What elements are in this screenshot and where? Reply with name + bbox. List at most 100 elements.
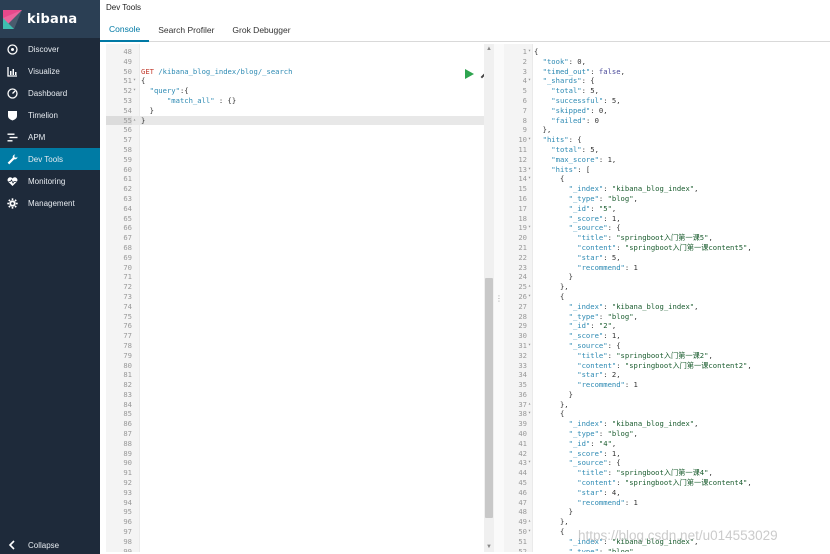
code-line: 83	[106, 390, 494, 400]
code-token: :	[603, 448, 612, 458]
tab-search-profiler[interactable]: Search Profiler	[149, 18, 223, 42]
response-viewer[interactable]: 1 ▾{2 "took": 0, 3 "timed_out": false, 4 ▾ "…	[504, 44, 830, 552]
fold-toggle-icon[interactable]: ▴	[528, 400, 531, 410]
pane-resize-handle[interactable]: ⋮	[494, 44, 504, 552]
line-number: 75	[123, 311, 132, 321]
fold-toggle-icon[interactable]: ▾	[528, 135, 531, 145]
editor-scrollbar[interactable]: ▲ ▼	[484, 44, 494, 552]
code-token: ,	[708, 350, 713, 360]
fold-toggle-icon[interactable]: ▾	[528, 174, 531, 184]
sidebar-item-visualize[interactable]: Visualize	[0, 60, 100, 82]
request-editor[interactable]: 48 49 50 GET /kibana_blog_index/blog/_searc…	[106, 44, 494, 552]
line-number: 9	[522, 125, 527, 135]
line-number: 32	[518, 350, 527, 360]
code-token: :	[603, 301, 612, 311]
fold-toggle-icon[interactable]: ▾	[133, 76, 136, 86]
shield-icon	[6, 109, 18, 121]
fold-toggle-icon[interactable]: ▾	[133, 86, 136, 96]
code-token: :	[590, 438, 599, 448]
sidebar-item-apm[interactable]: APM	[0, 126, 100, 148]
code-token: "kibana_blog_index"	[611, 419, 695, 429]
line-number: 92	[123, 478, 132, 488]
scrollbar-thumb[interactable]	[485, 278, 493, 518]
code-token: :	[603, 95, 612, 105]
dashboard-icon	[6, 87, 18, 99]
line-number: 79	[123, 350, 132, 360]
line-number: 95	[123, 507, 132, 517]
code-token: "_id"	[534, 438, 591, 448]
code-token: "springboot入门第一课content2"	[624, 360, 748, 370]
fold-toggle-icon[interactable]: ▴	[528, 282, 531, 292]
scroll-up-icon[interactable]: ▲	[486, 46, 492, 52]
code-token: }	[534, 507, 573, 517]
line-number: 76	[123, 321, 132, 331]
tab-console[interactable]: Console	[100, 18, 150, 42]
page-header: Dev Tools Console Search Profiler Grok Deb…	[100, 0, 830, 42]
sidebar-item-discover[interactable]: Discover	[0, 38, 100, 60]
code-line: 7 "skipped": 0,	[504, 106, 830, 116]
sidebar-item-monitoring[interactable]: Monitoring	[0, 170, 100, 192]
code-text: "total": 5,	[534, 86, 599, 96]
code-line: 44 "title": "springboot入门第一课4",	[504, 468, 830, 478]
code-token: "_source"	[534, 223, 608, 233]
code-token: "took"	[534, 56, 569, 66]
fold-toggle-icon[interactable]: ▾	[528, 409, 531, 419]
line-number: 33	[518, 360, 527, 370]
line-number: 15	[518, 184, 527, 194]
code-token: "kibana_blog_index"	[611, 301, 695, 311]
fold-toggle-icon[interactable]: ▴	[528, 517, 531, 527]
line-number: 61	[123, 174, 132, 184]
code-token: ,	[594, 86, 599, 96]
code-line: 97	[106, 527, 494, 537]
code-line: 92	[106, 478, 494, 488]
sidebar-item-dev-tools[interactable]: Dev Tools	[0, 148, 100, 170]
code-token: /kibana_blog_index/blog/_search	[158, 66, 293, 76]
code-line: 49 ▴ },	[504, 517, 830, 527]
line-number: 31	[518, 340, 527, 350]
fold-toggle-icon[interactable]: ▾	[528, 47, 531, 57]
fold-toggle-icon[interactable]: ▾	[528, 458, 531, 468]
line-number: 53	[123, 95, 132, 105]
code-text: }	[141, 106, 154, 116]
tab-grok-debugger[interactable]: Grok Debugger	[223, 18, 299, 42]
code-token: {	[534, 174, 565, 184]
code-line: 64	[106, 204, 494, 214]
fold-toggle-icon[interactable]: ▾	[528, 76, 531, 86]
code-token: },	[534, 517, 569, 527]
fold-toggle-icon[interactable]: ▾	[528, 292, 531, 302]
code-line: 57	[106, 135, 494, 145]
sidebar-item-timelion[interactable]: Timelion	[0, 104, 100, 126]
code-text: "max_score": 1,	[534, 155, 616, 165]
compass-icon	[6, 43, 18, 55]
fold-toggle-icon[interactable]: ▾	[528, 165, 531, 175]
sidebar-item-dashboard[interactable]: Dashboard	[0, 82, 100, 104]
code-text: "_source": {	[534, 341, 621, 351]
line-number: 28	[518, 311, 527, 321]
code-line: 50 GET /kibana_blog_index/blog/_search	[106, 67, 494, 77]
code-token: :	[598, 154, 608, 164]
kibana-logo-icon[interactable]	[3, 9, 22, 29]
code-token: "content"	[534, 242, 617, 252]
code-token: :	[603, 419, 612, 429]
scroll-down-icon[interactable]: ▼	[486, 544, 492, 550]
code-text: "failed": 0	[534, 116, 599, 126]
code-text: "_id": "5",	[534, 204, 617, 214]
code-token: ,	[620, 66, 625, 76]
code-line: 18 "_score": 1,	[504, 214, 830, 224]
play-icon[interactable]	[465, 69, 474, 79]
fold-toggle-icon[interactable]: ▾	[528, 527, 531, 537]
line-number: 30	[518, 331, 527, 341]
sidebar-collapse-button[interactable]: Collapse	[0, 535, 100, 554]
code-token: },	[534, 399, 569, 409]
sidebar-item-management[interactable]: Management	[0, 192, 100, 214]
fold-toggle-icon[interactable]: ▾	[528, 341, 531, 351]
fold-toggle-icon[interactable]: ▴	[133, 116, 136, 126]
code-token: 1	[633, 380, 638, 390]
code-line: 51 ▾ {	[106, 76, 494, 86]
line-number: 56	[123, 125, 132, 135]
tab-bar: Console Search Profiler Grok Debugger	[100, 18, 300, 42]
line-number: 52	[123, 86, 132, 96]
fold-toggle-icon[interactable]: ▾	[528, 223, 531, 233]
code-text: "title": "springboot入门第一课4",	[534, 468, 713, 478]
line-number: 64	[123, 203, 132, 213]
